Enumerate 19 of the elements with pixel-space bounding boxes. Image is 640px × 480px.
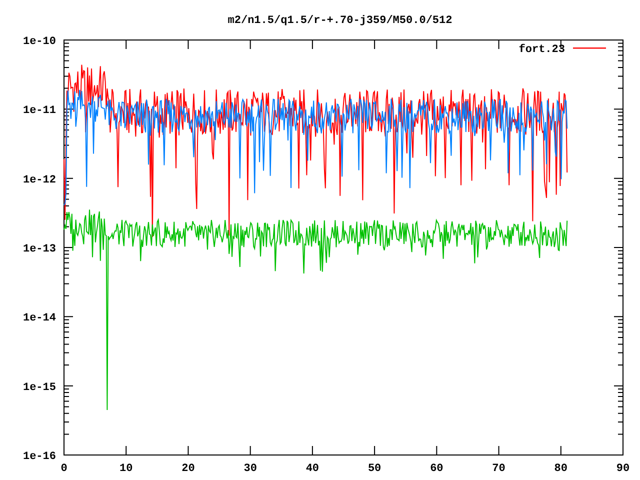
y-tick-label: 1e-11 — [22, 105, 56, 118]
x-tick-label: 50 — [368, 463, 382, 475]
y-tick-label: 1e-10 — [22, 36, 56, 48]
x-tick-label: 40 — [306, 463, 320, 475]
y-tick-label: 1e-15 — [22, 382, 56, 394]
x-tick-label: 70 — [492, 463, 506, 475]
y-tick-label: 1e-14 — [22, 312, 56, 325]
x-tick-label: 90 — [616, 463, 630, 475]
x-tick-label: 10 — [120, 463, 133, 475]
x-tick-label: 20 — [182, 463, 195, 475]
y-tick-label: 1e-13 — [22, 244, 56, 256]
x-tick-label: 0 — [60, 463, 68, 475]
x-tick-label: 30 — [244, 463, 257, 475]
legend-label: fort.23 — [518, 44, 565, 56]
chart-title: m2/n1.5/q1.5/r-+.70-j359/M50.0/512 — [228, 15, 452, 27]
x-tick-label: 60 — [430, 463, 444, 475]
y-tick-label: 1e-12 — [22, 174, 56, 186]
x-tick-label: 80 — [554, 463, 568, 475]
y-tick-label: 1e-16 — [22, 451, 56, 463]
